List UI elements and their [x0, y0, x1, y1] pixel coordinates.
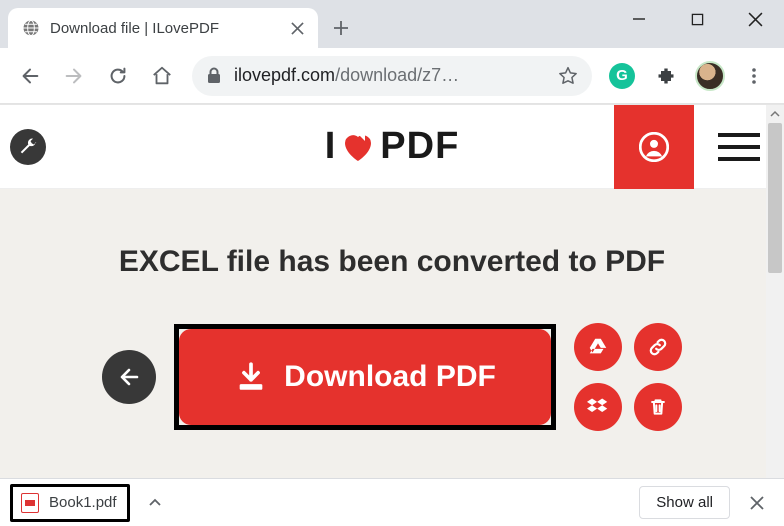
chrome-menu-icon[interactable]	[734, 56, 774, 96]
go-back-button[interactable]	[102, 350, 156, 404]
maximize-button[interactable]	[668, 0, 726, 38]
account-button[interactable]	[614, 105, 694, 189]
new-tab-button[interactable]	[324, 11, 358, 45]
extensions-icon[interactable]	[646, 56, 686, 96]
tools-button[interactable]	[10, 129, 46, 165]
google-drive-button[interactable]	[574, 323, 622, 371]
url-text: ilovepdf.com/download/z7…	[234, 65, 546, 86]
copy-link-button[interactable]	[634, 323, 682, 371]
download-icon	[234, 360, 268, 394]
forward-button[interactable]	[54, 56, 94, 96]
browser-tab[interactable]: Download file | ILovePDF	[8, 8, 318, 48]
page-viewport: I PDF EXCEL file has been converted to P…	[0, 104, 784, 478]
downloads-bar: Book1.pdf Show all	[0, 478, 784, 526]
site-logo[interactable]: I PDF	[325, 125, 460, 168]
site-header-actions	[614, 105, 784, 189]
reload-button[interactable]	[98, 56, 138, 96]
heart-icon	[340, 129, 376, 165]
download-item[interactable]: Book1.pdf	[10, 484, 130, 522]
tab-strip: Download file | ILovePDF	[0, 0, 610, 48]
profile-avatar[interactable]	[690, 56, 730, 96]
logo-text-left: I	[325, 125, 337, 168]
share-buttons	[574, 323, 682, 431]
delete-button[interactable]	[634, 383, 682, 431]
close-tab-icon[interactable]	[291, 22, 304, 35]
tab-title: Download file | ILovePDF	[50, 20, 281, 37]
site-header: I PDF	[0, 105, 784, 189]
back-button[interactable]	[10, 56, 50, 96]
window-close-button[interactable]	[726, 0, 784, 38]
grammarly-extension-icon[interactable]: G	[602, 56, 642, 96]
scroll-thumb[interactable]	[768, 123, 782, 273]
download-row: Download PDF	[0, 323, 784, 431]
minimize-button[interactable]	[610, 0, 668, 38]
conversion-headline: EXCEL file has been converted to PDF	[0, 245, 784, 279]
dropbox-button[interactable]	[574, 383, 622, 431]
logo-text-right: PDF	[380, 125, 459, 168]
show-all-downloads-button[interactable]: Show all	[639, 486, 730, 519]
download-button-label: Download PDF	[284, 360, 496, 394]
home-button[interactable]	[142, 56, 182, 96]
globe-icon	[22, 19, 40, 37]
scroll-up-icon[interactable]	[766, 105, 784, 123]
download-item-menu[interactable]	[138, 486, 172, 520]
hamburger-icon	[718, 133, 760, 161]
downloads-bar-close-button[interactable]	[740, 486, 774, 520]
address-bar[interactable]: ilovepdf.com/download/z7…	[192, 56, 592, 96]
pdf-file-icon	[21, 493, 39, 513]
vertical-scrollbar[interactable]	[766, 105, 784, 478]
download-highlight-box: Download PDF	[174, 324, 556, 430]
page-content: I PDF EXCEL file has been converted to P…	[0, 104, 784, 478]
download-pdf-button[interactable]: Download PDF	[179, 329, 551, 425]
star-icon[interactable]	[558, 66, 578, 86]
lock-icon	[206, 67, 222, 85]
window-titlebar: Download file | ILovePDF	[0, 0, 784, 48]
download-item-name: Book1.pdf	[49, 494, 117, 511]
window-controls	[610, 0, 784, 38]
browser-toolbar: ilovepdf.com/download/z7… G	[0, 48, 784, 104]
